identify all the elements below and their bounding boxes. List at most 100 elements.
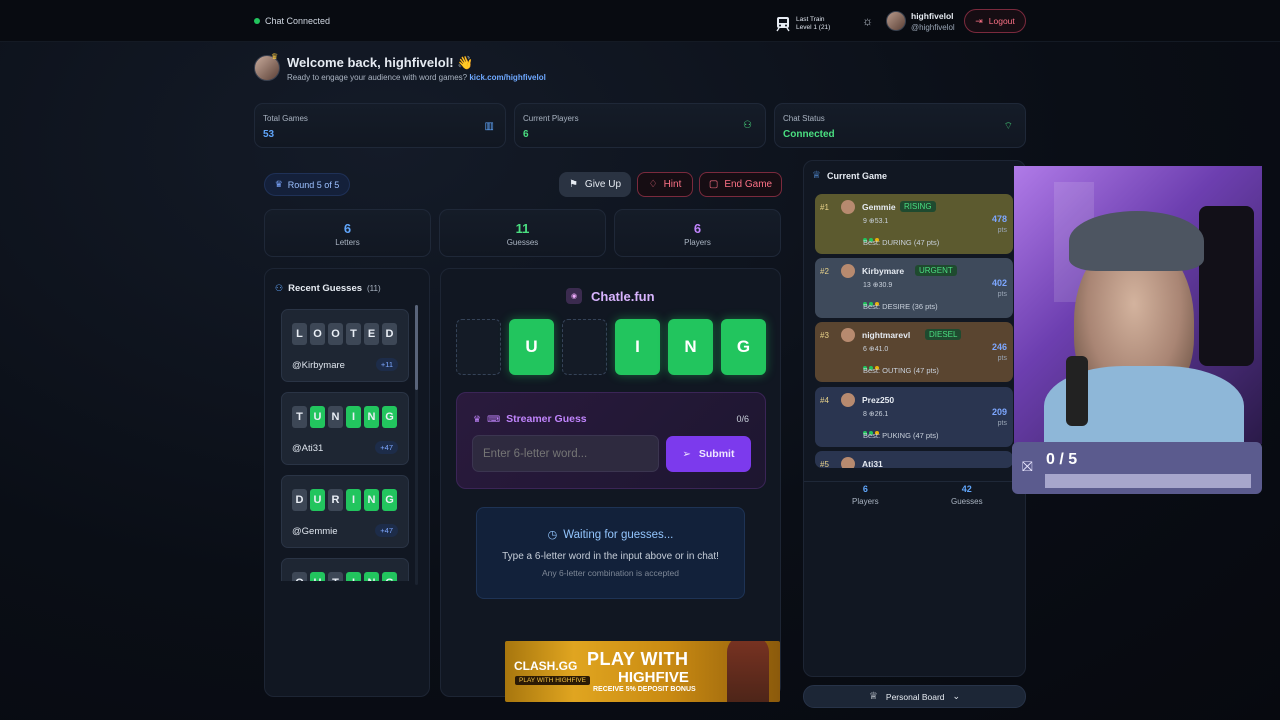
leaderboard-entry[interactable]: #2 Kirbymare URGENT 13 ⊕30.9 Best: DESIRE (3… xyxy=(815,258,1013,318)
streamer-guess-input[interactable] xyxy=(472,435,659,472)
goal-progress-bar xyxy=(1045,474,1251,488)
crown-icon: ♛ xyxy=(271,52,279,61)
round-label: Round 5 of 5 xyxy=(287,179,340,190)
personal-board-label: Personal Board xyxy=(885,691,945,702)
give-up-label: Give Up xyxy=(584,179,622,190)
guess-card[interactable]: L O O T E D @Kirbymare +11 xyxy=(281,309,409,382)
player-word-tag: RISING xyxy=(900,201,936,212)
guess-card[interactable]: T U N I N G @Ati31 +47 xyxy=(281,392,409,465)
rank: #1 xyxy=(820,203,829,212)
sponsor-banner[interactable]: CLASH.GG PLAY WITH HIGHFIVE PLAY WITH HI… xyxy=(505,641,780,702)
player-avatar xyxy=(841,200,855,214)
current-game-title: Current Game xyxy=(826,170,887,181)
logout-button[interactable]: ⇥ Logout xyxy=(964,9,1026,33)
channel-link[interactable]: kick.com/highfivelol xyxy=(469,73,545,82)
waiting-title: Waiting for guesses... xyxy=(563,528,674,541)
sponsor-tag: PLAY WITH HIGHFIVE xyxy=(515,676,590,685)
give-up-button[interactable]: ⚑ Give Up xyxy=(559,172,631,197)
player-points: 402 xyxy=(991,278,1007,288)
user-avatar[interactable] xyxy=(886,11,906,31)
guess-card[interactable]: D U R I N G @Gemmie +47 xyxy=(281,475,409,548)
player-avatar xyxy=(841,393,855,407)
leaderboard-entry[interactable]: #5 Ati31 xyxy=(815,451,1013,468)
user-icon: ⚇ xyxy=(743,120,752,131)
player-points: 246 xyxy=(991,342,1007,352)
brand-header: ◉ Chatle.fun xyxy=(566,288,655,304)
stat-label: Current Players xyxy=(523,114,579,123)
guess-letter: I xyxy=(346,489,361,511)
recent-guesses-count: (11) xyxy=(367,284,381,293)
stat-value: Connected xyxy=(783,129,835,140)
player-name: Ati31 xyxy=(862,459,883,468)
submit-label: Submit xyxy=(698,448,735,460)
streamer-cap xyxy=(1069,211,1204,271)
counter-letters: 6 Letters xyxy=(264,209,431,257)
player-best: Best: OUTING (47 pts) xyxy=(863,366,939,375)
pts-unit: pts xyxy=(997,291,1007,298)
crown-icon: ♛ xyxy=(473,413,482,424)
pts-unit: pts xyxy=(997,420,1007,427)
train-widget[interactable]: Last Train Level 1 (21) xyxy=(776,16,830,32)
goal-progress: 0 / 5 xyxy=(1046,451,1078,468)
sponsor-character-image xyxy=(727,641,769,702)
divider xyxy=(804,481,1027,482)
guess-letter: N xyxy=(364,489,379,511)
guess-letter: G xyxy=(382,572,397,581)
hint-button[interactable]: ♢ Hint xyxy=(637,172,693,197)
player-avatar xyxy=(841,328,855,342)
guess-letter: U xyxy=(310,572,325,581)
leaderboard-entry[interactable]: #3 nightmarevl DIESEL 6 ⊕41.0 Best: OUTING (… xyxy=(815,322,1013,382)
counter-players: 6 Players xyxy=(614,209,781,257)
webcam-feed xyxy=(1014,166,1262,444)
player-meta: 13 ⊕30.9 xyxy=(863,282,893,289)
round-badge: ♛ Round 5 of 5 xyxy=(264,173,350,196)
waiting-panel: ◷ Waiting for guesses... Type a 6-letter… xyxy=(476,507,745,599)
gift-icon: ⛝ xyxy=(1022,458,1033,474)
player-avatar xyxy=(841,264,855,278)
scrollbar-thumb[interactable] xyxy=(415,305,418,390)
guess-user: @Kirbymare xyxy=(292,360,345,371)
guess-letter: N xyxy=(328,406,343,428)
letter-tile xyxy=(456,319,501,375)
letter-tile: G xyxy=(721,319,766,375)
stat-value: 53 xyxy=(263,129,275,140)
guess-letter: R xyxy=(328,489,343,511)
player-meta: 9 ⊕53.1 xyxy=(863,218,889,225)
guess-card[interactable]: OUTING xyxy=(281,558,409,581)
guess-letter: I xyxy=(346,406,361,428)
player-avatar xyxy=(841,457,855,468)
stat-card-chat-status: Chat Status Connected ⌔ xyxy=(774,103,1026,148)
guess-letter: U xyxy=(310,489,325,511)
user-handle: @highfivelol xyxy=(911,23,955,32)
guess-user: @Gemmie xyxy=(292,526,338,537)
end-game-label: End Game xyxy=(724,179,773,190)
train-count: (21) xyxy=(818,24,831,31)
welcome-title: Welcome back, highfivelol! 👋 xyxy=(287,55,474,70)
end-game-button[interactable]: ▢ End Game xyxy=(699,172,782,197)
letter-tile xyxy=(562,319,607,375)
submit-button[interactable]: ➢ Submit xyxy=(666,436,751,472)
theme-toggle-sun-icon[interactable]: ☼ xyxy=(862,14,873,28)
leaderboard-entry[interactable]: #4 Prez250 8 ⊕26.1 Best: PUKING (47 pts) 209… xyxy=(815,387,1013,447)
guess-letter: I xyxy=(346,572,361,581)
guess-letter: D xyxy=(292,489,307,511)
word-board: U ING xyxy=(456,319,766,375)
footer-stat-value: 42 xyxy=(961,484,972,494)
leaderboard-entry[interactable]: #1 Gemmie RISING 9 ⊕53.1 Best: DURING (47 pt… xyxy=(815,194,1013,254)
sponsor-headline: PLAY WITH xyxy=(587,649,689,669)
scrollbar[interactable] xyxy=(415,305,418,585)
personal-board-button[interactable]: ♕ Personal Board ⌄ xyxy=(803,685,1026,708)
welcome-subtitle: Ready to engage your audience with word … xyxy=(287,73,468,82)
guess-letter: D xyxy=(382,323,397,345)
lightbulb-icon: ♢ xyxy=(648,179,658,190)
waiting-instruction: Type a 6-letter word in the input above … xyxy=(502,551,719,562)
train-level: Level 1 xyxy=(796,24,817,31)
counter-label: Players xyxy=(684,238,711,247)
chair xyxy=(1199,206,1254,366)
rank: #4 xyxy=(820,396,829,405)
counter-value: 6 xyxy=(693,221,702,236)
guess-letter: E xyxy=(364,323,379,345)
recent-guesses-list[interactable]: L O O T E D @Kirbymare +11 T U N I N G @Ati31 +47 D U R I N G… xyxy=(281,309,409,581)
goal-overlay: ⛝ 0 / 5 xyxy=(1012,442,1262,494)
guess-letter: N xyxy=(364,572,379,581)
